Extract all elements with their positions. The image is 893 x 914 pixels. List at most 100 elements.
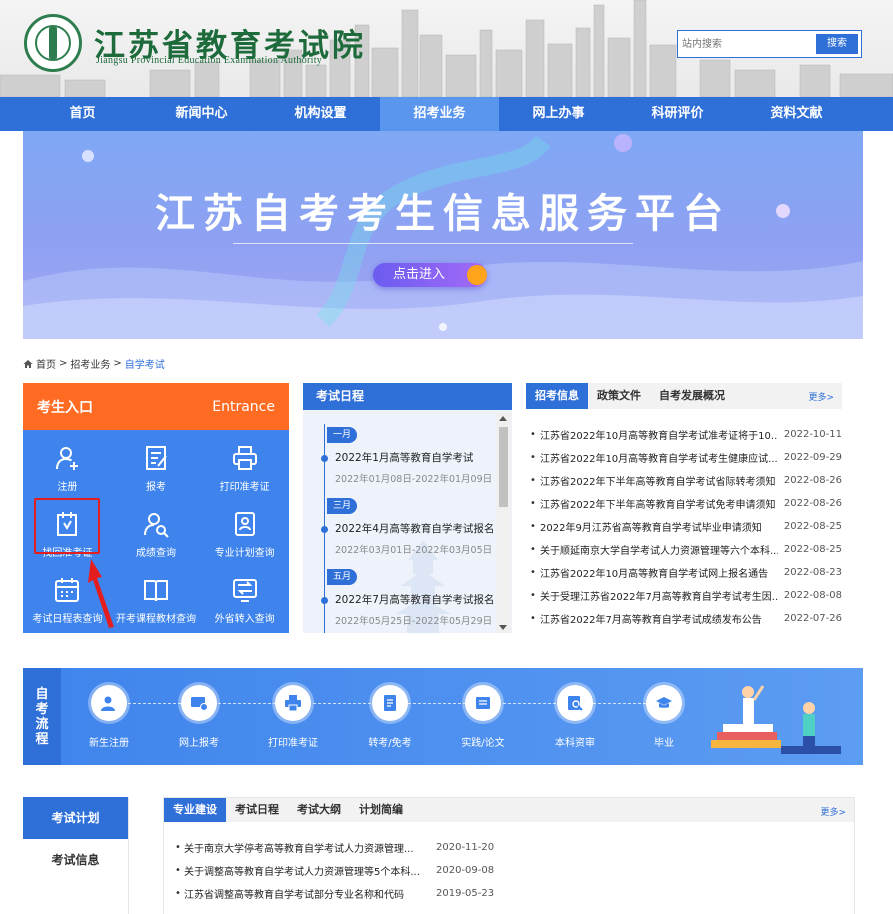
tab-admission-info[interactable]: 招考信息 <box>526 383 588 409</box>
list-item[interactable]: • 江苏省2022年7月高等教育自学考试成绩发布公告 2022-07-26 <box>526 607 842 630</box>
entrance-textbook-query[interactable]: 开考课程教材查询 <box>112 568 201 634</box>
breadcrumb-current: 自学考试 <box>124 360 165 371</box>
side-tabs: 考试计划 考试信息 <box>23 797 129 914</box>
list-item[interactable]: • 江苏省2022年10月高等教育自学考试准考证将于10... 2022-10-11 <box>526 423 842 446</box>
entrance-print-ticket[interactable]: 打印准考证 <box>200 436 289 502</box>
list-item[interactable]: • 江苏省2022年下半年高等教育自学考试免考申请须知 2022-08-26 <box>526 492 842 515</box>
list-item[interactable]: • 江苏省调整高等教育自学考试部分专业名称和代码 2019-05-23 <box>172 882 854 905</box>
schedule-item-title[interactable]: 2022年1月高等教育自学考试 <box>335 450 473 465</box>
nav-item-online[interactable]: 网上办事 <box>499 97 618 131</box>
flow-step-register[interactable]: 新生注册 <box>64 685 154 749</box>
entrance-score-query[interactable]: 成绩查询 <box>112 502 201 568</box>
schedule-item-title[interactable]: 2022年4月高等教育自学考试报名 <box>335 521 494 536</box>
flow-step-review[interactable]: 本科资审 <box>530 685 620 749</box>
home-icon <box>23 359 33 368</box>
user-add-icon <box>56 447 79 470</box>
schedule-item-title[interactable]: 2022年7月高等教育自学考试报名 <box>335 592 494 607</box>
tab-policy[interactable]: 政策文件 <box>588 383 650 409</box>
entrance-register[interactable]: 注册 <box>23 436 112 502</box>
list-item[interactable]: • 江苏省2022年下半年高等教育自学考试省际转考须知 2022-08-26 <box>526 469 842 492</box>
list-item[interactable]: • 关于顺延南京大学自学考试人力资源管理等六个本科... 2022-08-25 <box>526 538 842 561</box>
document-icon <box>384 695 396 711</box>
plan-tabs: 专业建设 考试日程 考试大纲 计划简编 更多> <box>164 798 854 822</box>
news-list: • 江苏省2022年10月高等教育自学考试准考证将于10... 2022-10-11… <box>526 423 842 630</box>
entrance-plan-query[interactable]: 专业计划查询 <box>200 502 289 568</box>
list-item[interactable]: • 江苏省2022年10月高等教育自学考试考生健康应试... 2022-09-29 <box>526 446 842 469</box>
tab-exam-schedule[interactable]: 考试日程 <box>226 798 288 822</box>
plan-more-link[interactable]: 更多> <box>820 805 846 818</box>
breadcrumb-admission[interactable]: 招考业务 <box>70 356 110 371</box>
list-item[interactable]: • 关于调整高等教育自学考试人力资源管理等5个本科... 2020-09-08 <box>172 859 854 882</box>
search-user-icon <box>143 513 169 538</box>
banner[interactable]: 江苏自考考生信息服务平台 点击进入 <box>23 131 863 339</box>
month-tag: 一月 <box>327 427 358 443</box>
logo-subtitle: Jiangsu Provincial Education Examination… <box>96 55 323 66</box>
book-icon <box>143 580 168 602</box>
exam-process-flow: 自考流程 新生注册 网上报考 打印准考证 转考/免考 实践/论文 本科资审 毕业 <box>23 668 863 765</box>
exam-schedule-panel: 考试日程 一月 2022年1月高等教育自学考试 2022年01月08日-2022… <box>303 383 512 633</box>
month-tag: 五月 <box>327 569 358 585</box>
search-input[interactable] <box>682 34 816 54</box>
paper-icon <box>476 697 490 709</box>
news-tabs: 招考信息 政策文件 自考发展概况 更多> <box>526 383 842 409</box>
tab-development[interactable]: 自考发展概况 <box>650 383 734 409</box>
students-illustration <box>711 685 841 754</box>
logo-emblem-icon[interactable] <box>24 14 82 72</box>
entrance-title: 考生入口 <box>37 399 93 416</box>
entrance-apply[interactable]: 报考 <box>112 436 201 502</box>
printer-icon <box>232 446 257 470</box>
calendar-icon <box>55 578 80 602</box>
transfer-icon <box>232 579 257 602</box>
list-item[interactable]: • 江苏省2022年10月高等教育自学考试网上报名通告 2022-08-23 <box>526 561 842 584</box>
side-tab-plan[interactable]: 考试计划 <box>23 797 128 839</box>
schedule-item-date: 2022年05月25日-2022年05月29日 <box>335 616 493 627</box>
nav-item-home[interactable]: 首页 <box>23 97 142 131</box>
id-card-icon <box>234 512 255 536</box>
breadcrumb-separator: > <box>113 358 122 369</box>
search-button[interactable]: 搜索 <box>816 34 858 54</box>
news-more-link[interactable]: 更多> <box>808 390 834 403</box>
banner-button-dot-icon <box>467 265 487 285</box>
register-icon <box>101 696 115 711</box>
site-header: 江苏省教育考试院 Jiangsu Provincial Education Ex… <box>0 0 893 97</box>
tab-syllabus[interactable]: 考试大纲 <box>288 798 350 822</box>
side-tab-info[interactable]: 考试信息 <box>23 839 128 881</box>
flow-step-practice[interactable]: 实践/论文 <box>438 685 528 749</box>
list-item[interactable]: • 关于南京大学停考高等教育自学考试人力资源管理... 2020-11-20 <box>172 836 854 859</box>
flow-step-online-apply[interactable]: 网上报考 <box>154 685 244 749</box>
highlight-annotation-box <box>34 498 100 554</box>
review-icon <box>568 696 583 711</box>
timeline-dot <box>321 526 328 533</box>
nav-item-research[interactable]: 科研评价 <box>618 97 737 131</box>
nav-item-resources[interactable]: 资料文献 <box>737 97 856 131</box>
flow-step-transfer[interactable]: 转考/免考 <box>345 685 435 749</box>
list-item[interactable]: • 2022年9月江苏省高等教育自学考试毕业申请须知 2022-08-25 <box>526 515 842 538</box>
scrollbar-thumb[interactable] <box>499 427 508 507</box>
banner-pagination-dot[interactable] <box>439 323 447 331</box>
banner-divider <box>233 243 633 244</box>
scroll-up-icon[interactable] <box>499 416 507 421</box>
flow-step-print-ticket[interactable]: 打印准考证 <box>248 685 338 749</box>
breadcrumb-home[interactable]: 首页 <box>36 356 56 371</box>
flow-label: 自考流程 <box>23 668 61 765</box>
tab-plan-brief[interactable]: 计划简编 <box>350 798 412 822</box>
tab-major[interactable]: 专业建设 <box>164 798 226 822</box>
nav-item-org[interactable]: 机构设置 <box>261 97 380 131</box>
list-item[interactable]: • 关于受理江苏省2022年7月高等教育自学考试考生因... 2022-08-08 <box>526 584 842 607</box>
nav-item-news[interactable]: 新闻中心 <box>142 97 261 131</box>
schedule-item-date: 2022年03月01日-2022年03月05日 <box>335 545 493 556</box>
schedule-title: 考试日程 <box>303 383 512 410</box>
online-apply-icon <box>191 697 208 711</box>
entrance-header: 考生入口 Entrance <box>23 383 289 430</box>
entrance-transfer-query[interactable]: 外省转入查询 <box>200 568 289 634</box>
scroll-down-icon[interactable] <box>499 625 507 630</box>
breadcrumb: 首页 > 招考业务 > 自学考试 <box>23 356 165 371</box>
schedule-scrollbar[interactable] <box>496 413 511 633</box>
schedule-item-date: 2022年01月08日-2022年01月09日 <box>335 474 493 485</box>
schedule-timeline[interactable]: 一月 2022年1月高等教育自学考试 2022年01月08日-2022年01月0… <box>303 410 512 633</box>
banner-title: 江苏自考考生信息服务平台 <box>155 191 731 237</box>
nav-item-admission[interactable]: 招考业务 <box>380 97 499 131</box>
breadcrumb-separator: > <box>59 358 68 369</box>
graduation-cap-icon <box>656 697 672 708</box>
timeline-dot <box>321 597 328 604</box>
